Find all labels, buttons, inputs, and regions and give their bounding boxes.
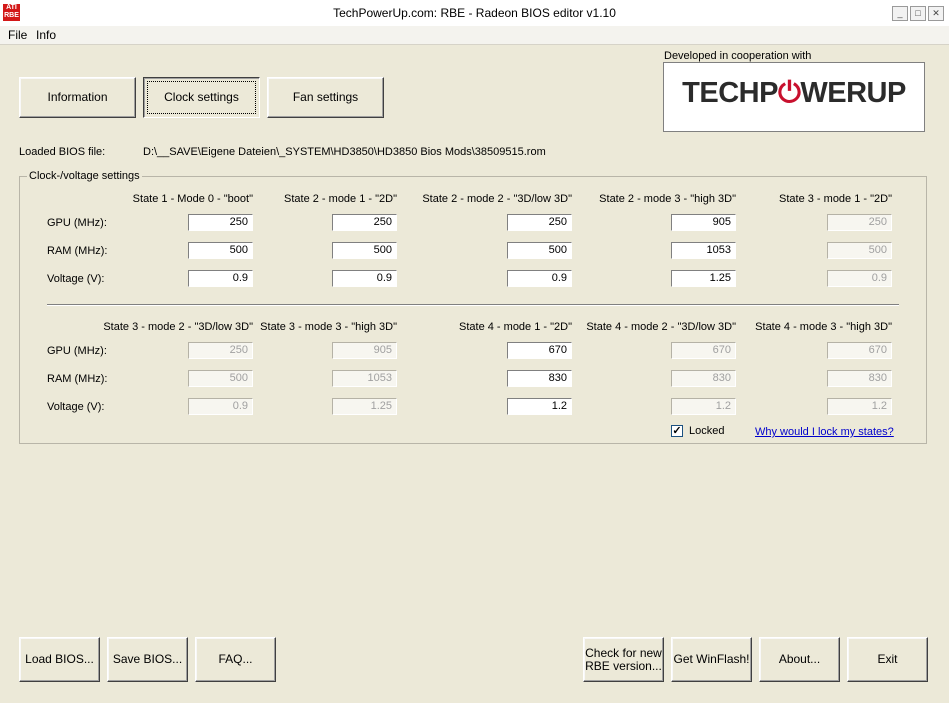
voltage-field[interactable]: 0.9 (332, 270, 397, 287)
ram-field: 830 (671, 370, 736, 387)
check-update-button[interactable]: Check for new RBE version... (583, 637, 664, 682)
locked-label: Locked (689, 425, 725, 437)
tab-fan-settings[interactable]: Fan settings (267, 77, 384, 118)
voltage-field[interactable]: 1.25 (671, 270, 736, 287)
voltage-field[interactable]: 1.2 (507, 398, 572, 415)
gpu-field[interactable]: 250 (188, 214, 253, 231)
voltage-field: 1.2 (671, 398, 736, 415)
menu-bar: File Info (0, 26, 949, 45)
ram-field[interactable]: 500 (507, 242, 572, 259)
window-title: TechPowerUp.com: RBE - Radeon BIOS edito… (333, 6, 616, 20)
logo-wordmark: TECHP⏻WERUP (664, 77, 924, 110)
tab-clock-settings[interactable]: Clock settings (143, 77, 260, 118)
separator (47, 304, 899, 306)
bios-file-path: D:\__SAVE\Eigene Dateien\_SYSTEM\HD3850\… (143, 146, 546, 158)
state-header: State 2 - mode 2 - "3D/low 3D" (422, 193, 572, 205)
faq-button[interactable]: FAQ... (195, 637, 276, 682)
close-button[interactable]: ✕ (928, 6, 944, 21)
state-header: State 3 - mode 2 - "3D/low 3D" (103, 321, 253, 333)
state-header: State 4 - mode 1 - "2D" (459, 321, 572, 333)
ram-field: 830 (827, 370, 892, 387)
state-header: State 4 - mode 3 - "high 3D" (755, 321, 892, 333)
gpu-field[interactable]: 905 (671, 214, 736, 231)
gpu-label: GPU (MHz): (47, 217, 107, 229)
state-header: State 4 - mode 2 - "3D/low 3D" (586, 321, 736, 333)
about-button[interactable]: About... (759, 637, 840, 682)
gpu-field[interactable]: 250 (332, 214, 397, 231)
voltage-field[interactable]: 0.9 (188, 270, 253, 287)
maximize-button[interactable]: □ (910, 6, 926, 21)
voltage-field: 1.2 (827, 398, 892, 415)
voltage-label: Voltage (V): (47, 273, 105, 285)
state-header: State 2 - mode 3 - "high 3D" (599, 193, 736, 205)
gpu-label: GPU (MHz): (47, 345, 107, 357)
group-title: Clock-/voltage settings (27, 170, 142, 182)
tab-information[interactable]: Information (19, 77, 136, 118)
techpowerup-logo[interactable]: TECHP⏻WERUP (663, 62, 925, 132)
ram-field: 500 (827, 242, 892, 259)
voltage-field: 0.9 (827, 270, 892, 287)
state-header: State 2 - mode 1 - "2D" (284, 193, 397, 205)
state-header: State 3 - mode 1 - "2D" (779, 193, 892, 205)
exit-button[interactable]: Exit (847, 637, 928, 682)
get-winflash-button[interactable]: Get WinFlash! (671, 637, 752, 682)
gpu-field: 905 (332, 342, 397, 359)
logo-text-a: TECHP (682, 77, 778, 109)
menu-file[interactable]: File (8, 28, 27, 42)
ram-label: RAM (MHz): (47, 373, 108, 385)
gpu-field: 250 (827, 214, 892, 231)
ram-field[interactable]: 500 (188, 242, 253, 259)
minimize-button[interactable]: _ (892, 6, 908, 21)
voltage-label: Voltage (V): (47, 401, 105, 413)
power-icon: ⏻ (777, 77, 801, 109)
title-bar: ATI RBE TechPowerUp.com: RBE - Radeon BI… (0, 0, 949, 27)
voltage-field: 0.9 (188, 398, 253, 415)
voltage-field: 1.25 (332, 398, 397, 415)
gpu-field: 670 (671, 342, 736, 359)
save-bios-button[interactable]: Save BIOS... (107, 637, 188, 682)
gpu-field: 670 (827, 342, 892, 359)
ram-field: 500 (188, 370, 253, 387)
logo-text-b: WERUP (800, 77, 906, 109)
ram-field: 1053 (332, 370, 397, 387)
state-header: State 3 - mode 3 - "high 3D" (260, 321, 397, 333)
ram-field[interactable]: 1053 (671, 242, 736, 259)
voltage-field[interactable]: 0.9 (507, 270, 572, 287)
clock-voltage-group (19, 176, 927, 444)
ram-label: RAM (MHz): (47, 245, 108, 257)
ram-field[interactable]: 500 (332, 242, 397, 259)
locked-checkbox[interactable]: ✓ (671, 425, 683, 437)
ram-field[interactable]: 830 (507, 370, 572, 387)
logo-caption: Developed in cooperation with (664, 50, 812, 62)
gpu-field: 250 (188, 342, 253, 359)
bios-file-label: Loaded BIOS file: (19, 146, 106, 158)
load-bios-button[interactable]: Load BIOS... (19, 637, 100, 682)
menu-info[interactable]: Info (36, 28, 56, 42)
lock-help-link[interactable]: Why would I lock my states? (755, 426, 894, 438)
state-header: State 1 - Mode 0 - "boot" (132, 193, 253, 205)
gpu-field[interactable]: 670 (507, 342, 572, 359)
gpu-field[interactable]: 250 (507, 214, 572, 231)
